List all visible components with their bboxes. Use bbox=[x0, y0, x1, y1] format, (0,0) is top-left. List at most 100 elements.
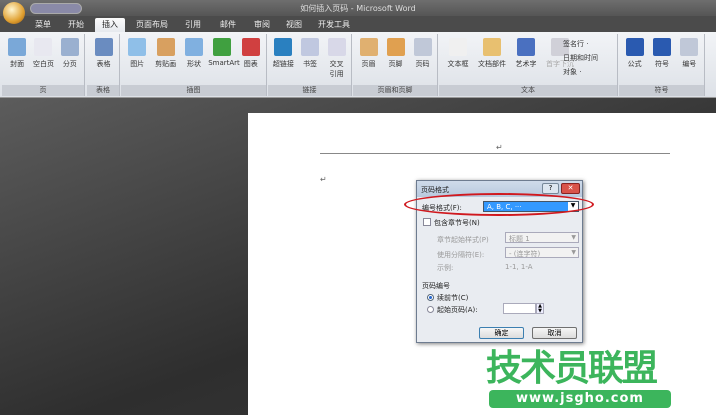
ok-button[interactable]: 确定 bbox=[479, 327, 524, 339]
ribbon-button-label: SmartArt bbox=[208, 59, 240, 67]
ribbon-button-icon bbox=[241, 38, 260, 56]
ribbon-button[interactable]: 页眉 bbox=[355, 38, 382, 69]
tab-5[interactable]: 邮件 bbox=[213, 18, 243, 32]
ribbon-button-label: 形状 bbox=[186, 60, 201, 68]
ribbon-button-icon bbox=[625, 38, 644, 56]
ribbon-button[interactable]: 空白页 bbox=[30, 38, 56, 69]
ribbon-small-button[interactable]: 日期和时间 bbox=[563, 53, 598, 63]
ribbon-button-icon bbox=[517, 38, 535, 56]
ribbon-button-label: 图片 bbox=[130, 60, 145, 68]
ribbon-button[interactable]: 图片 bbox=[123, 38, 151, 69]
ribbon-button-label: 页码 bbox=[415, 60, 430, 68]
ribbon-button[interactable]: 封面 bbox=[4, 38, 30, 69]
ribbon-button-icon bbox=[274, 38, 293, 56]
example-value: 1-1, 1-A bbox=[505, 263, 533, 271]
ribbon-button-icon bbox=[8, 38, 27, 56]
ribbon-group-0: 页 封面 空白页 分页 bbox=[2, 34, 85, 96]
dialog-title: 页码格式 bbox=[421, 186, 449, 194]
ribbon-button[interactable]: 符号 bbox=[648, 38, 675, 69]
ribbon-button[interactable]: 书签 bbox=[297, 38, 324, 69]
ribbon-button-label: 符号 bbox=[654, 60, 669, 68]
group-label: 符号 bbox=[619, 85, 704, 96]
ribbon-button[interactable]: 文本框 bbox=[441, 38, 475, 69]
ribbon-button-icon bbox=[413, 38, 432, 56]
ribbon-button-icon bbox=[156, 38, 175, 56]
ribbon-button-label: 交叉 引用 bbox=[329, 60, 344, 78]
ribbon-button-label: 超链接 bbox=[272, 60, 294, 68]
ribbon-button-icon bbox=[652, 38, 671, 56]
tab-0[interactable]: 菜单 bbox=[28, 18, 58, 32]
paragraph-mark: ↵ bbox=[320, 175, 327, 184]
group-label: 插图 bbox=[121, 85, 266, 96]
ribbon-button[interactable]: 交叉 引用 bbox=[323, 38, 350, 79]
ribbon-button[interactable]: 分页 bbox=[57, 38, 83, 69]
spinner[interactable]: ▲ ▼ bbox=[536, 303, 544, 314]
ribbon-group-5: 文本 文本框 文档部件 艺术字 首字下沉 签名行 · 日期和时间 对象 · bbox=[439, 34, 618, 96]
ribbon-button-icon bbox=[327, 38, 346, 56]
include-chapter-checkbox[interactable] bbox=[423, 218, 431, 226]
ribbon-tabs: 菜单 开始 插入 页面布局 引用 邮件 审阅 视图 开发工具 bbox=[0, 16, 716, 32]
tab-3[interactable]: 页面布局 bbox=[130, 18, 174, 32]
ribbon-small-button[interactable]: 对象 · bbox=[563, 67, 581, 77]
ribbon-button[interactable]: 图表 bbox=[237, 38, 265, 69]
ribbon-button-label: 封面 bbox=[10, 60, 25, 68]
header-line bbox=[320, 153, 670, 154]
ribbon-button[interactable]: 表格 bbox=[89, 38, 118, 69]
help-button[interactable]: ? bbox=[542, 183, 559, 194]
ribbon-button[interactable]: 页脚 bbox=[382, 38, 409, 69]
group-label: 文本 bbox=[439, 85, 617, 96]
ribbon-button[interactable]: 艺术字 bbox=[509, 38, 543, 69]
continue-radio[interactable] bbox=[427, 294, 434, 301]
ribbon-button-icon bbox=[60, 38, 79, 56]
tab-8[interactable]: 开发工具 bbox=[310, 18, 358, 32]
ribbon-button-icon bbox=[34, 38, 53, 56]
office-button[interactable] bbox=[3, 2, 25, 24]
ribbon-button-label: 艺术字 bbox=[515, 60, 537, 68]
chevron-down-icon: ▼ bbox=[571, 234, 576, 241]
ribbon-button[interactable]: 形状 bbox=[180, 38, 208, 69]
ribbon-button[interactable]: 公式 bbox=[621, 38, 648, 69]
close-button[interactable]: ✕ bbox=[561, 183, 580, 194]
ribbon-button-icon bbox=[94, 38, 113, 56]
group-label: 页 bbox=[2, 85, 84, 96]
cancel-button[interactable]: 取消 bbox=[532, 327, 577, 339]
ribbon-button-icon bbox=[213, 38, 232, 56]
tab-2[interactable]: 插入 bbox=[95, 18, 125, 32]
ribbon-group-6: 符号 公式 符号 编号 bbox=[619, 34, 705, 96]
ribbon-group-1: 表格 表格 bbox=[87, 34, 120, 96]
ribbon-small-button[interactable]: 签名行 · bbox=[563, 39, 588, 49]
start-at-input[interactable] bbox=[503, 303, 536, 314]
tab-7[interactable]: 视图 bbox=[280, 18, 308, 32]
ribbon-button-label: 页眉 bbox=[361, 60, 376, 68]
ribbon-button-label: 编号 bbox=[682, 60, 697, 68]
ribbon-button-icon bbox=[184, 38, 203, 56]
ribbon-button-label: 图表 bbox=[243, 60, 258, 68]
ribbon-button-label: 分页 bbox=[62, 60, 77, 68]
chapter-style-select[interactable]: 标题 1 ▼ bbox=[505, 232, 579, 243]
ribbon-button[interactable]: 编号 bbox=[676, 38, 703, 69]
ribbon-button[interactable]: SmartArt bbox=[208, 38, 240, 67]
ribbon-button[interactable]: 超链接 bbox=[270, 38, 297, 69]
ribbon-group-4: 页眉和页脚 页眉 页脚 页码 bbox=[353, 34, 438, 96]
start-at-radio[interactable] bbox=[427, 306, 434, 313]
separator-select[interactable]: - (连字符) ▼ bbox=[505, 247, 579, 258]
example-label: 示例: bbox=[437, 264, 454, 272]
ribbon-group-2: 插图 图片 剪贴画 形状 SmartArt 图表 bbox=[121, 34, 267, 96]
ribbon-button[interactable]: 页码 bbox=[409, 38, 436, 69]
ribbon-button-icon bbox=[300, 38, 319, 56]
ribbon-button-icon bbox=[449, 38, 467, 56]
ribbon-button-label: 页脚 bbox=[388, 60, 403, 68]
ribbon-button[interactable]: 剪贴画 bbox=[151, 38, 179, 69]
tab-6[interactable]: 审阅 bbox=[247, 18, 277, 32]
group-label: 页眉和页脚 bbox=[353, 85, 437, 96]
tab-4[interactable]: 引用 bbox=[178, 18, 208, 32]
group-label: 链接 bbox=[268, 85, 351, 96]
ribbon-button[interactable]: 文档部件 bbox=[475, 38, 509, 69]
page-numbering-label: 页码编号 bbox=[422, 282, 450, 290]
quick-access-toolbar[interactable] bbox=[30, 3, 82, 14]
tab-1[interactable]: 开始 bbox=[60, 18, 92, 32]
ribbon-button-label: 空白页 bbox=[32, 60, 54, 68]
ribbon-group-3: 链接 超链接 书签 交叉 引用 bbox=[268, 34, 352, 96]
ribbon-button-icon bbox=[386, 38, 405, 56]
separator-label: 使用分隔符(E): bbox=[437, 251, 485, 259]
